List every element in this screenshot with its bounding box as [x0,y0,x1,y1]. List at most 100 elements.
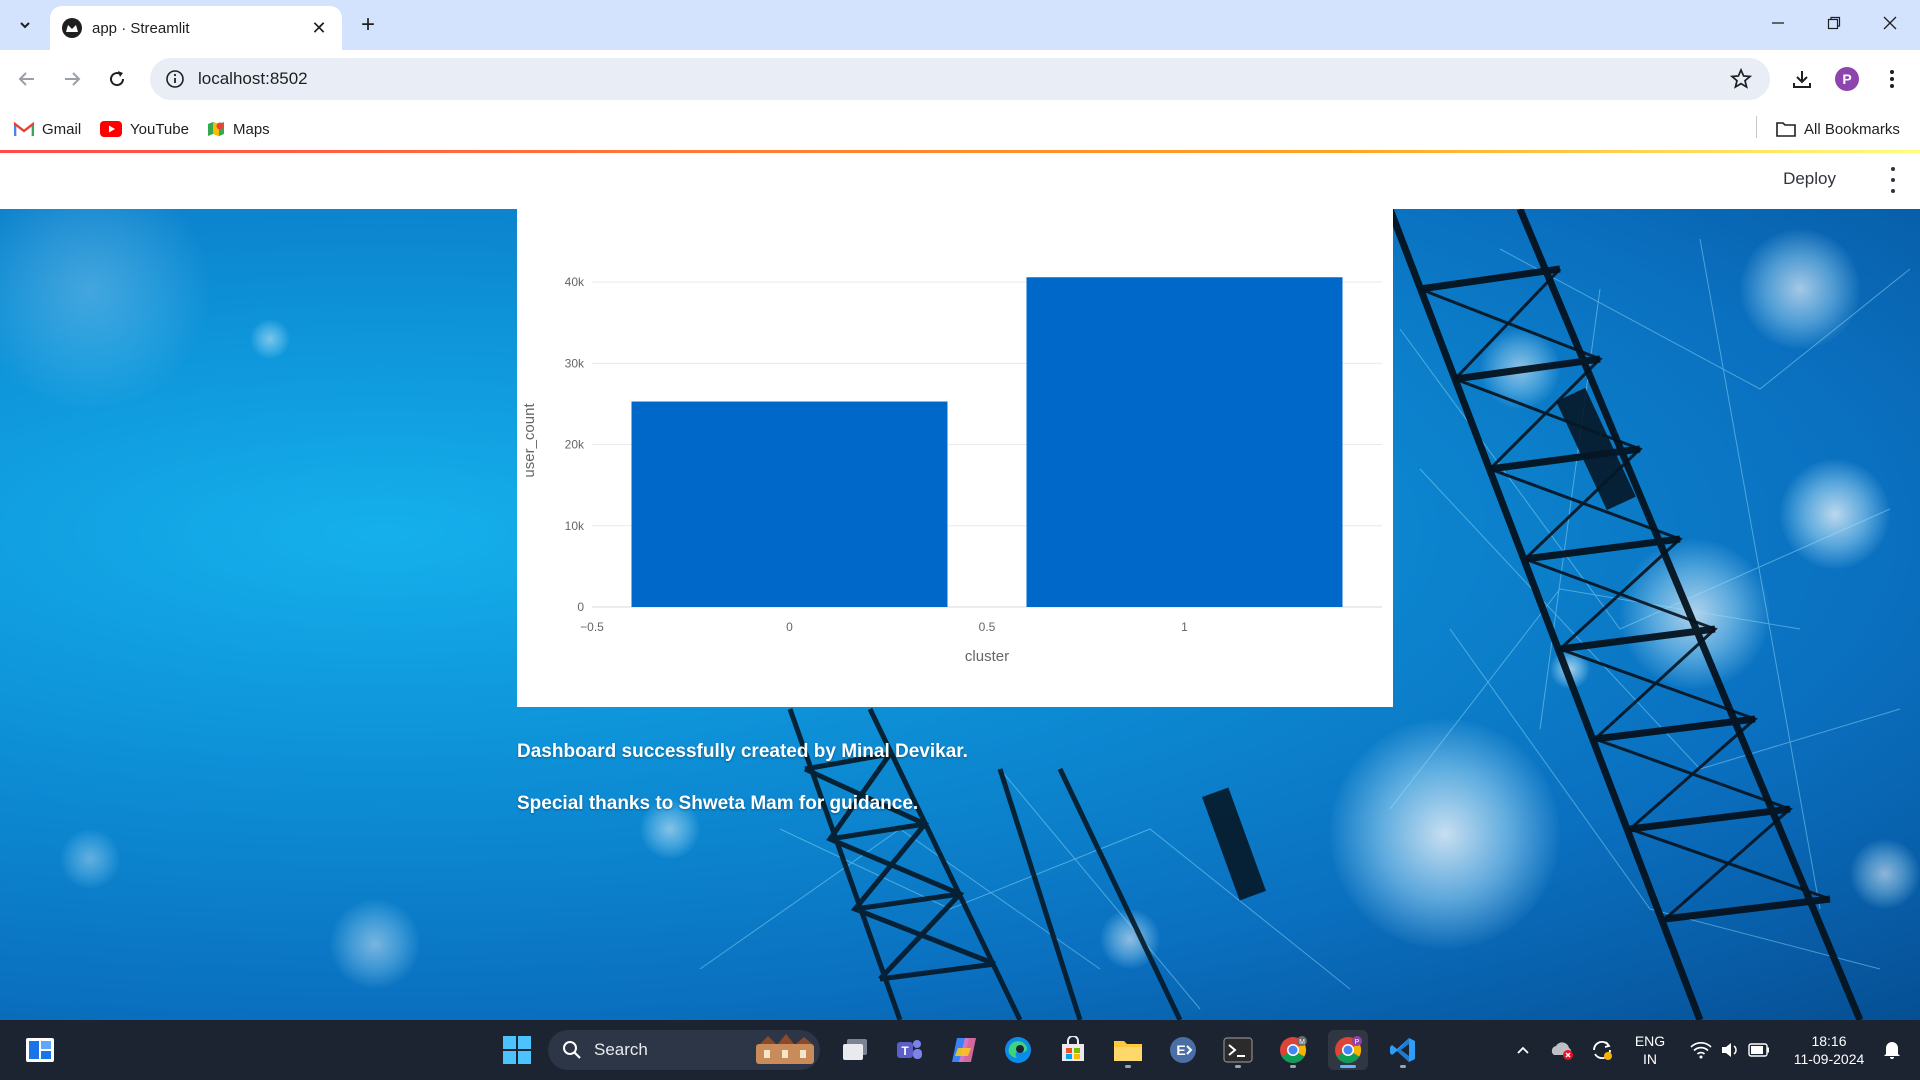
chrome-profile-m-button[interactable]: M [1273,1030,1313,1070]
widgets-icon [26,1038,54,1062]
onedrive-status-button[interactable] [1542,1030,1582,1070]
browser-toolbar: localhost:8502 P [0,50,1920,108]
bookmark-gmail[interactable]: Gmail [14,118,81,140]
reload-button[interactable] [100,62,134,96]
terminal-app-button[interactable] [1218,1030,1258,1070]
date-label: 11-09-2024 [1793,1051,1865,1067]
bar-chart-card: 0 10k 20k 30k 40k −0.5 0 0.5 1 cluster user_count [517,209,1393,707]
search-highlight-icon [756,1034,814,1064]
address-bar[interactable]: localhost:8502 [150,58,1770,100]
arrow-left-icon [18,72,34,86]
show-hidden-icons-button[interactable] [1503,1030,1543,1070]
search-icon [562,1040,582,1060]
streamlit-main-menu-button[interactable] [1888,167,1898,193]
teams-icon: T [897,1040,922,1059]
x-tick-label: 0.5 [979,620,996,634]
bookmark-youtube[interactable]: YouTube [100,118,189,140]
clock[interactable]: 18:16 11-09-2024 [1784,1032,1874,1068]
bookmark-label: YouTube [130,120,189,138]
streamlit-favicon-icon [62,18,82,38]
svg-text:T: T [901,1044,909,1058]
quick-settings-button[interactable] [1680,1030,1780,1070]
y-tick-label: 40k [565,275,585,289]
all-bookmarks-label: All Bookmarks [1804,120,1900,138]
arrow-right-icon [65,72,81,86]
reload-icon [110,71,125,87]
svg-text:M: M [1299,1039,1305,1046]
site-info-icon[interactable] [164,68,186,90]
more-vertical-icon [1891,167,1895,171]
downloads-button[interactable] [1787,64,1817,94]
app-button-e[interactable]: E [1163,1030,1203,1070]
close-window-button[interactable] [1870,8,1910,40]
sync-icon [1593,1040,1612,1060]
minimize-button[interactable] [1758,8,1798,40]
volume-icon [1722,1043,1737,1057]
svg-text:E: E [1176,1042,1185,1058]
svg-text:P: P [1355,1039,1360,1046]
chevron-down-icon [20,22,30,29]
input-language-indicator[interactable]: ENG IN [1628,1032,1672,1068]
ms-store-app-button[interactable] [1053,1030,1093,1070]
all-bookmarks-button[interactable]: All Bookmarks [1776,118,1900,140]
cloud-error-icon [1551,1042,1573,1060]
language-label: ENG [1634,1033,1666,1049]
maps-icon [207,120,225,138]
y-tick-label: 10k [565,519,585,533]
x-tick-label: 1 [1181,620,1188,634]
time-label: 18:16 [1811,1033,1847,1049]
bookmark-star-icon[interactable] [1729,67,1753,95]
y-tick-label: 30k [565,356,585,370]
file-explorer-app-button[interactable] [1108,1030,1148,1070]
vscode-app-button[interactable] [1383,1030,1423,1070]
wifi-icon [1690,1041,1712,1059]
taskbar-search-box[interactable]: Search [548,1030,820,1070]
copilot-app-button[interactable] [944,1030,984,1070]
edge-browser-icon [1005,1037,1031,1063]
app-e-icon: E [1170,1037,1196,1063]
x-tick-label: −0.5 [580,620,604,634]
notifications-button[interactable] [1872,1030,1912,1070]
streamlit-header: Deploy [0,153,1920,209]
chrome-profile-p-button[interactable]: P [1328,1030,1368,1070]
tab-strip: app · Streamlit ✕ + [0,0,1920,50]
chevron-up-icon [1517,1046,1529,1054]
youtube-icon [100,121,122,137]
deploy-button[interactable]: Deploy [1783,169,1836,189]
url-text: localhost:8502 [198,69,308,88]
y-tick-label: 0 [577,600,584,614]
bookmark-label: Maps [233,120,270,138]
widgets-button[interactable] [20,1030,60,1070]
close-icon [1883,16,1897,30]
forward-button[interactable] [55,62,89,96]
x-axis-title: cluster [965,648,1009,665]
bar[interactable] [631,401,948,607]
start-button[interactable] [497,1030,537,1070]
restore-button[interactable] [1814,8,1854,40]
chrome-icon: M [1280,1036,1307,1064]
windows-taskbar: Search T E M P ENG IN 18:16 11-09-2024 [0,1020,1920,1080]
more-vertical-icon [1890,70,1894,88]
copilot-icon [952,1038,976,1062]
user-count-by-cluster-chart[interactable]: 0 10k 20k 30k 40k −0.5 0 0.5 1 cluster user_count [517,209,1393,707]
tab-close-icon[interactable]: ✕ [308,18,330,39]
restore-icon [1827,16,1841,30]
store-icon [1062,1036,1084,1061]
search-label: Search [594,1040,648,1059]
gmail-icon [14,121,34,137]
edge-app-button[interactable] [998,1030,1038,1070]
teams-app-button[interactable]: T [889,1030,929,1070]
tab-title: app · Streamlit [92,19,190,37]
back-button[interactable] [10,62,44,96]
browser-tab[interactable]: app · Streamlit ✕ [50,6,342,50]
task-view-button[interactable] [835,1030,875,1070]
bar[interactable] [1026,277,1343,607]
sync-status-button[interactable] [1582,1030,1622,1070]
browser-menu-button[interactable] [1877,64,1907,94]
profile-button[interactable]: P [1832,64,1862,94]
new-tab-button[interactable]: + [354,11,382,39]
bell-icon [1884,1042,1900,1059]
bookmark-label: Gmail [42,120,82,138]
bookmark-maps[interactable]: Maps [207,118,270,140]
tab-search-button[interactable] [8,8,42,42]
